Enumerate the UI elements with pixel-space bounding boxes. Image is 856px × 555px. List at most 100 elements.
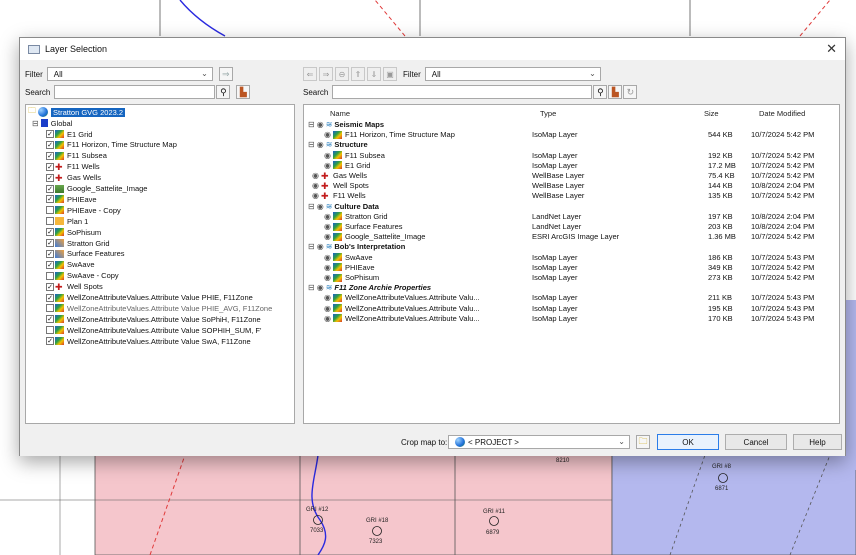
tree-item[interactable]: PHIEave - Copy [46,205,121,215]
visibility-icon[interactable]: ◉ [324,232,331,241]
help-button[interactable]: Help [793,434,842,450]
right-filter-select[interactable]: All ⌄ [424,67,601,81]
visibility-icon[interactable]: ◉ [324,263,331,272]
tree-root[interactable]: 🗀 Stratton GVG 2023.2 [28,106,126,117]
list-item[interactable]: ◉ ✚ Gas Wells WellBase Layer 75.4 KB 10/7/202… [304,171,839,181]
list-item[interactable]: ◉ ✚ Well Spots WellBase Layer 144 KB 10/8/202… [304,181,839,191]
layer-checkbox[interactable]: ✓ [46,239,54,247]
list-item[interactable]: ◉ WellZoneAttributeValues.Attribute Valu.… [304,304,839,314]
layer-checkbox[interactable]: ✓ [46,173,54,182]
list-item[interactable]: ◉ Google_Sattelite_Image ESRI ArcGIS Image… [304,232,839,242]
list-item[interactable]: ◉ E1 Grid IsoMap Layer 17.2 MB 10/7/2024 5:4… [304,161,839,171]
column-header-type[interactable]: Type [540,109,556,118]
crop-map-select[interactable]: < PROJECT > ⌄ [448,435,630,449]
visibility-icon[interactable]: ◉ [324,222,331,231]
title-bar[interactable]: Layer Selection ✕ [20,38,845,60]
properties-icon[interactable]: ▣ [383,67,397,81]
list-item[interactable]: ◉ F11 Subsea IsoMap Layer 192 KB 10/7/2024 5… [304,151,839,161]
list-group-row[interactable]: ⊟ ◉ ≋ Culture Data [304,202,839,212]
remove-icon[interactable]: ⊖ [335,67,349,81]
search-icon[interactable]: ⚲ [216,85,231,99]
list-group-row[interactable]: ⊟ ◉ ≋ Seismic Maps [304,120,839,130]
tree-item[interactable]: ✓ F11 Subsea [46,151,107,161]
visibility-icon[interactable]: ◉ [324,273,331,282]
visibility-icon[interactable]: ◉ [324,130,331,139]
tree-item[interactable]: ✓ PHIEave [46,194,97,204]
refresh-icon[interactable]: ↻ [623,85,638,99]
layer-checkbox[interactable]: ✓ [46,249,54,258]
tree-item[interactable]: ✓ Google_Sattelite_Image [46,184,147,194]
move-down-icon[interactable]: ⇓ [367,67,381,81]
tree-item[interactable]: Plan 1 [46,216,88,226]
search-icon[interactable]: ⚲ [593,85,608,99]
tree-item[interactable]: ✓ WellZoneAttributeValues.Attribute Value… [46,314,261,324]
tree-item[interactable]: ✓ ✚ Well Spots [46,282,103,292]
visibility-icon[interactable]: ◉ [324,314,331,323]
tree-item[interactable]: WellZoneAttributeValues.Attribute Value … [46,303,272,313]
visibility-icon[interactable]: ◉ [312,181,319,190]
list-item[interactable]: ◉ SwAave IsoMap Layer 186 KB 10/7/2024 5:43 … [304,253,839,263]
tree-item[interactable]: ✓ WellZoneAttributeValues.Attribute Value… [46,336,251,346]
tree-item[interactable]: ✓ Surface Features [46,249,125,259]
tree-item[interactable]: ✓ Stratton Grid [46,238,110,248]
layer-checkbox[interactable] [46,217,54,226]
tree-item[interactable]: ✓ SwAave [46,260,95,270]
back-icon[interactable]: ⇐ [303,67,317,81]
visibility-icon[interactable]: ◉ [324,253,331,262]
left-filter-select[interactable]: All ⌄ [46,67,213,81]
tree-item[interactable]: WellZoneAttributeValues.Attribute Value … [46,325,261,335]
layer-checkbox[interactable]: ✓ [46,293,54,302]
list-item[interactable]: ◉ Surface Features LandNet Layer 203 KB 10/8… [304,222,839,232]
layer-checkbox[interactable]: ✓ [46,260,54,269]
folder-icon[interactable]: 🗀 [636,435,650,449]
column-header-size[interactable]: Size [704,109,719,118]
layer-tool-icon[interactable]: ▙ [608,85,623,99]
layer-checkbox[interactable] [46,326,54,335]
layer-checkbox[interactable]: ✓ [46,151,54,160]
right-search-input[interactable] [332,85,593,99]
list-item[interactable]: ◉ PHIEave IsoMap Layer 349 KB 10/7/2024 5:42… [304,263,839,273]
cancel-button[interactable]: Cancel [725,434,787,450]
list-item[interactable]: ◉ F11 Horizon, Time Structure Map IsoMap L… [304,130,839,140]
layer-checkbox[interactable]: ✓ [46,162,54,171]
layer-checkbox[interactable]: ✓ [46,195,54,204]
list-group-row[interactable]: ⊟ ◉ ≋ F11 Zone Archie Properties [304,283,839,293]
list-item[interactable]: ◉ Stratton Grid LandNet Layer 197 KB 10/8/20… [304,212,839,222]
tree-item[interactable]: ✓ ✚ Gas Wells [46,173,101,183]
tree-global[interactable]: ⊟ Global [32,118,72,128]
layer-checkbox[interactable]: ✓ [46,184,54,193]
layer-tree[interactable]: 🗀 Stratton GVG 2023.2 ⊟ Global ✓ E1 Grid ✓… [25,104,295,424]
layer-checkbox[interactable]: ✓ [46,140,54,149]
list-item[interactable]: ◉ WellZoneAttributeValues.Attribute Valu.… [304,314,839,324]
layer-checkbox[interactable]: ✓ [46,228,54,237]
ok-button[interactable]: OK [657,434,719,450]
move-up-icon[interactable]: ⇑ [351,67,365,81]
layer-checkbox[interactable] [46,304,54,313]
layer-checkbox[interactable]: ✓ [46,315,54,324]
apply-filter-arrow-icon[interactable]: ⇒ [218,67,233,81]
visibility-icon[interactable]: ◉ [312,191,319,200]
visibility-icon[interactable]: ◉ [324,212,331,221]
visibility-icon[interactable]: ◉ [324,161,331,170]
layer-checkbox[interactable] [46,271,54,280]
tree-item[interactable]: SwAave - Copy [46,271,119,281]
visibility-icon[interactable]: ◉ [324,304,331,313]
left-search-input[interactable] [54,85,216,99]
visibility-icon[interactable]: ◉ [324,293,331,302]
visibility-icon[interactable]: ◉ [324,151,331,160]
close-icon[interactable]: ✕ [826,41,837,57]
list-item[interactable]: ◉ SoPhisum IsoMap Layer 273 KB 10/7/2024 5:4… [304,273,839,283]
list-group-row[interactable]: ⊟ ◉ ≋ Structure [304,140,839,150]
layer-list[interactable]: Name Type Size Date Modified ⊟ ◉ ≋ Seismic … [303,104,840,424]
column-header-name[interactable]: Name [330,109,350,118]
layer-checkbox[interactable]: ✓ [46,282,54,291]
list-group-row[interactable]: ⊟ ◉ ≋ Bob's Interpretation [304,242,839,252]
tree-item[interactable]: ✓ WellZoneAttributeValues.Attribute Value… [46,293,253,303]
layer-tool-icon[interactable]: ▙ [236,85,251,99]
list-item[interactable]: ◉ WellZoneAttributeValues.Attribute Valu.… [304,293,839,303]
column-header-date[interactable]: Date Modified [759,109,805,118]
layer-checkbox[interactable]: ✓ [46,337,54,346]
tree-item[interactable]: ✓ F11 Horizon, Time Structure Map [46,140,177,150]
list-item[interactable]: ◉ ✚ F11 Wells WellBase Layer 135 KB 10/7/2024… [304,191,839,201]
forward-icon[interactable]: ⇒ [319,67,333,81]
